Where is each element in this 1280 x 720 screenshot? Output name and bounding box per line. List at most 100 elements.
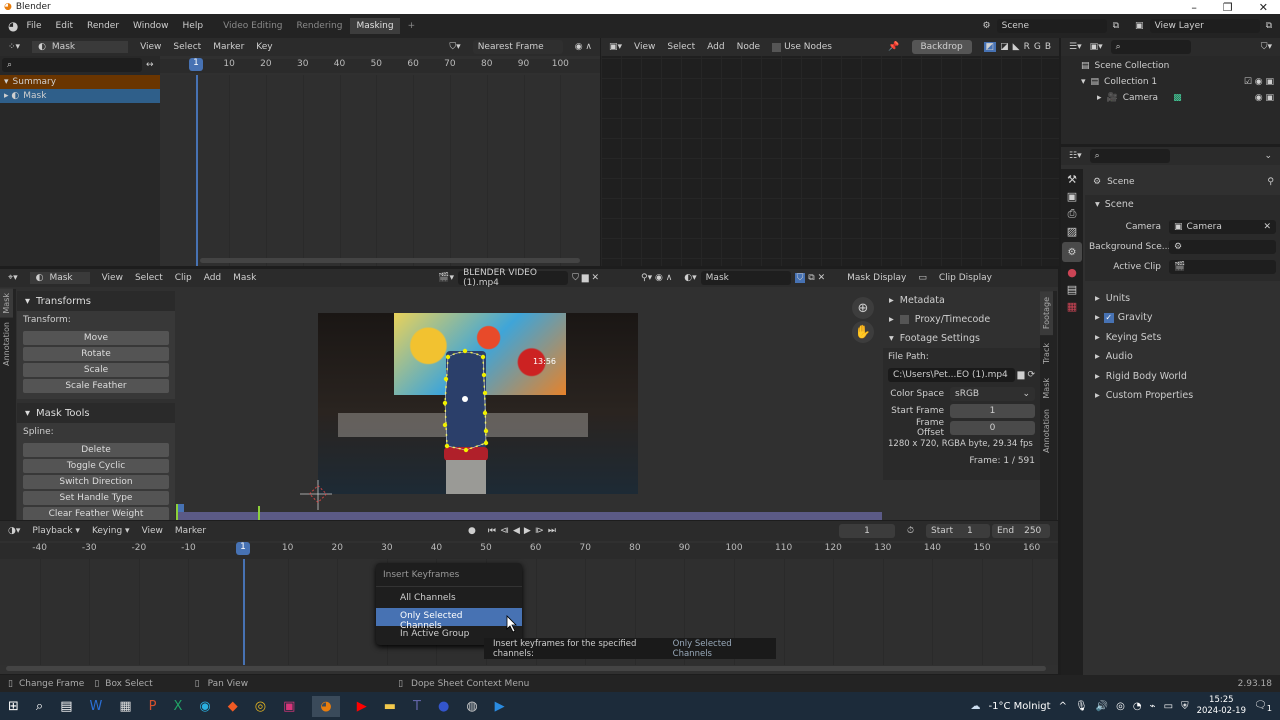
background-scene-field[interactable]: ⚙ (1169, 239, 1276, 254)
channel-b[interactable]: B (1045, 42, 1051, 52)
security-icon[interactable]: ⛨ (1181, 701, 1189, 712)
brave-icon[interactable]: ◆ (228, 699, 238, 714)
close-icon[interactable]: ✕ (1259, 1, 1268, 14)
proportional-icon[interactable]: ◉ ∧ (575, 42, 592, 52)
notifications-icon[interactable]: 🗨1 (1254, 700, 1272, 713)
color-icon[interactable]: ◣ (1013, 42, 1020, 52)
alpha-icon[interactable]: ◪ (1000, 42, 1009, 52)
snap-dropdown[interactable]: Nearest Frame (472, 40, 563, 54)
menu-render[interactable]: Render (87, 21, 119, 31)
fake-user-icon[interactable]: ⛉ ⧉ ✕ (794, 273, 825, 283)
powerpoint-icon[interactable]: P (149, 699, 157, 714)
menu-item-all-channels[interactable]: All Channels (376, 590, 522, 608)
menu-mask[interactable]: Mask (233, 273, 256, 283)
start-frame-field[interactable]: Start 1 (926, 524, 990, 538)
color-space-dropdown[interactable]: sRGB ⌄ (950, 386, 1035, 401)
channel-mask[interactable]: ▸ ◐ Mask (0, 89, 160, 103)
active-clip-field[interactable]: 🎬 (1169, 259, 1276, 274)
menu-node[interactable]: Node (737, 42, 761, 52)
editor-type-icon[interactable]: ▣▾ (609, 42, 622, 52)
playback-dropdown[interactable]: Playback ▾ (32, 526, 80, 536)
menu-key[interactable]: Key (256, 42, 272, 52)
clip-frame-strip[interactable] (176, 504, 882, 520)
footage-settings-panel[interactable]: ▾ Footage Settings (883, 329, 1040, 348)
dopesheet-ruler[interactable]: 10 20 30 40 50 60 70 80 90 100 1 (160, 58, 600, 73)
excel-icon[interactable]: X (173, 699, 182, 714)
proxy-checkbox[interactable] (899, 315, 909, 324)
menu-view[interactable]: View (140, 42, 161, 52)
clear-icon[interactable]: ✕ (1263, 222, 1271, 232)
scene-icon[interactable]: ⚙ (983, 21, 991, 31)
transforms-panel-header[interactable]: ▾ Transforms (17, 291, 175, 311)
obs-icon[interactable]: ◍ (466, 699, 477, 714)
app-icon[interactable]: ● (438, 699, 449, 714)
current-frame-field[interactable]: 1 (838, 524, 895, 538)
frame-offset-field[interactable]: 0 (950, 420, 1035, 435)
menu-add[interactable]: Add (204, 273, 221, 283)
outliner-search-input[interactable]: ⌕ (1110, 40, 1191, 54)
clear-feather-weight-button[interactable]: Clear Feather Weight (23, 507, 169, 520)
blender-taskbar-icon[interactable]: ◕ (312, 695, 340, 717)
menu-file[interactable]: File (26, 21, 41, 31)
mask-datablock-icon[interactable]: ◐▾ (684, 273, 696, 283)
menu-add[interactable]: Add (707, 42, 724, 52)
instagram-icon[interactable]: ▣ (283, 699, 295, 714)
menu-select[interactable]: Select (173, 42, 201, 52)
view-layer-icon[interactable]: ▣ (1135, 21, 1144, 31)
filter-icon[interactable]: ⛉▾ (449, 42, 460, 52)
rotate-button[interactable]: Rotate (23, 347, 169, 361)
video-frame[interactable]: 13:56 (318, 313, 638, 494)
editor-type-icon[interactable]: ⌖▾ (8, 273, 18, 283)
panel-custom-properties[interactable]: ▸ Custom Properties (1085, 386, 1280, 406)
pin-icon[interactable]: ⚲ (1267, 177, 1280, 187)
mode-dropdown[interactable]: ◐ Mask (32, 41, 129, 53)
panel-gravity[interactable]: ▸ ✓ Gravity (1085, 308, 1280, 328)
stopwatch-icon[interactable]: ⏱ (907, 526, 914, 536)
scale-feather-button[interactable]: Scale Feather (23, 379, 169, 393)
menu-window[interactable]: Window (133, 21, 169, 31)
search-icon[interactable]: ⌕ (36, 699, 43, 714)
panel-rigid-body-world[interactable]: ▸ Rigid Body World (1085, 367, 1280, 387)
toggle-cyclic-button[interactable]: Toggle Cyclic (23, 459, 169, 473)
menu-view[interactable]: View (142, 526, 163, 536)
pivot-icon[interactable]: ⚲▾ ◉ ∧ (641, 273, 672, 283)
use-nodes-checkbox[interactable]: Use Nodes (772, 42, 832, 52)
volume-icon[interactable]: 🔊 (1096, 701, 1108, 712)
reload-icon[interactable]: ⟳ (1027, 370, 1035, 380)
tab-masking[interactable]: Masking (350, 18, 400, 34)
keying-dropdown[interactable]: Keying ▾ (92, 526, 130, 536)
editor-type-icon[interactable]: ◑▾ (8, 526, 20, 536)
options-dropdown-icon[interactable]: ⌄ (1264, 151, 1272, 161)
word-icon[interactable]: W (89, 699, 102, 714)
tab-mask[interactable]: Mask (0, 289, 13, 318)
new-view-layer-icon[interactable]: ⧉ (1266, 21, 1272, 31)
clip-icon[interactable]: 🎬▾ (438, 273, 454, 283)
clock[interactable]: 15:25 2024-02-19 (1197, 695, 1246, 717)
switch-direction-button[interactable]: Switch Direction (23, 475, 169, 489)
compositor-node-editor[interactable]: ▣▾ View Select Add Node Use Nodes 📌 Back… (601, 38, 1059, 266)
clip-display-dropdown[interactable]: Clip Display (939, 273, 992, 283)
channel-summary[interactable]: ▾ Summary (0, 75, 160, 89)
visibility-icons[interactable]: ◉ ▣ (1255, 93, 1280, 103)
swap-icon[interactable]: ↔ (146, 60, 154, 70)
store-icon[interactable]: ▦ (119, 699, 131, 714)
menu-clip[interactable]: Clip (175, 273, 192, 283)
playhead-frame-indicator[interactable]: 1 (236, 542, 250, 555)
metadata-panel[interactable]: ▸ Metadata (883, 291, 1040, 310)
chrome-icon[interactable]: ◎ (255, 699, 266, 714)
menu-edit[interactable]: Edit (56, 21, 73, 31)
channel-g[interactable]: G (1034, 42, 1041, 52)
lock-icon[interactable]: ▭ (918, 273, 927, 283)
network-icon[interactable]: ⌁ (1150, 701, 1156, 712)
menu-marker[interactable]: Marker (213, 42, 244, 52)
horizontal-scrollbar[interactable] (200, 258, 580, 263)
move-button[interactable]: Move (23, 331, 169, 345)
blender-menu-icon[interactable]: ◕ (8, 19, 18, 33)
output-tab-icon[interactable]: ⎙ (1068, 207, 1077, 221)
menu-select[interactable]: Select (667, 42, 695, 52)
scene-tab-icon[interactable]: ⚙ (1062, 242, 1082, 262)
task-view-icon[interactable]: ▤ (60, 699, 72, 714)
file-explorer-icon[interactable]: ▬ (384, 699, 396, 714)
tab-video-editing[interactable]: Video Editing (217, 18, 288, 34)
chrome-tray-icon[interactable]: ◎ (1116, 701, 1125, 712)
